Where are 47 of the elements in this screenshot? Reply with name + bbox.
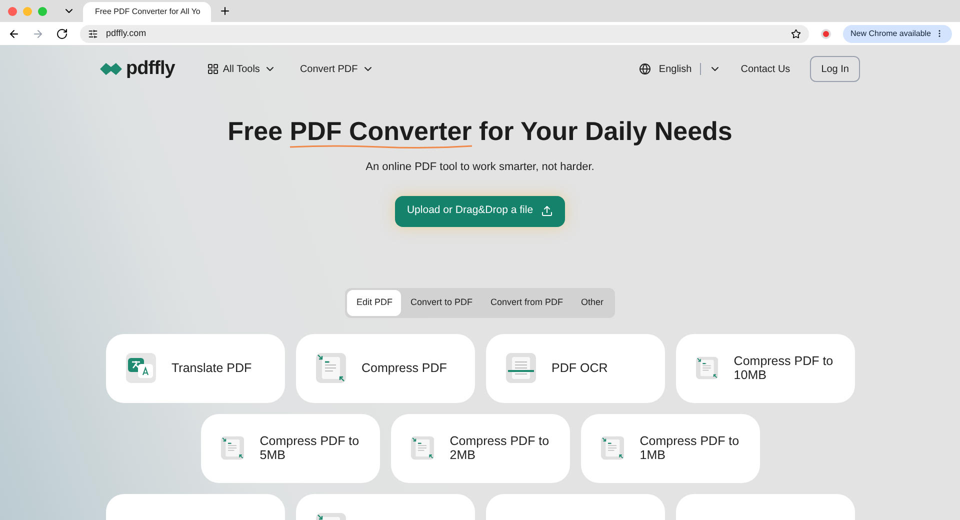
bookmark-icon[interactable] (790, 28, 801, 38)
globe-icon (638, 63, 651, 75)
update-button[interactable]: New Chrome available (842, 24, 952, 42)
tool-name: Compress PDF to 10MB (734, 354, 834, 382)
logo-mark-icon (100, 62, 122, 76)
browser-tab[interactable]: Free PDF Converter for All Yo (83, 2, 211, 22)
logo[interactable]: pdffly (100, 54, 175, 84)
tool-card[interactable]: Compress PDF (296, 334, 474, 402)
maximize-window-icon[interactable] (38, 6, 47, 16)
back-icon[interactable] (8, 28, 20, 40)
tool-card[interactable]: PDF OCR (486, 334, 664, 402)
category-tab[interactable]: Edit PDF (347, 290, 402, 316)
scan-document-icon (506, 353, 536, 383)
tool-name: Translate PDF (172, 361, 252, 375)
forward-icon[interactable] (32, 28, 44, 40)
tool-name: Compress PDF to 5MB (260, 434, 360, 462)
extension-icon[interactable] (820, 28, 831, 38)
new-tab-icon[interactable] (219, 5, 231, 17)
tool-card[interactable]: Compress PDF to 2MB (390, 414, 570, 482)
language-selector[interactable]: English (638, 62, 721, 76)
wavy-underline-icon (290, 144, 472, 149)
upload-button[interactable]: Upload or Drag&Drop a file (394, 196, 566, 226)
login-button[interactable]: Log In (810, 56, 860, 82)
tool-name: Compress PDF to 2MB (450, 434, 550, 462)
category-tab[interactable]: Other (572, 290, 613, 316)
category-tab[interactable]: Convert from PDF (482, 290, 572, 316)
tool-card[interactable]: Compress PDF to 1MB (580, 414, 760, 482)
compress-document-icon (316, 353, 346, 383)
hero-subtitle: An online PDF tool to work smarter, not harder. (366, 160, 594, 175)
hero-title: Free PDF Converter for Your Daily Needs (228, 112, 732, 151)
translate-icon (126, 353, 156, 383)
site-settings-icon[interactable] (88, 28, 98, 38)
reload-icon[interactable] (56, 28, 68, 40)
tool-name: Compress PDF (362, 361, 447, 375)
grid-icon (206, 63, 219, 75)
tool-card[interactable]: Compress PDF to 5MB (200, 414, 380, 482)
tool-card[interactable]: Compress PDF to 10MB (676, 334, 854, 402)
tool-card[interactable]: Translate PDF (106, 334, 284, 402)
contact-link[interactable]: Contact Us (740, 62, 790, 76)
tool-name: PDF OCR (552, 361, 608, 375)
tool-name: Compress PDF to 1MB (640, 434, 740, 462)
nav-menu[interactable]: Convert PDF (300, 62, 374, 76)
nav-menu[interactable]: All Tools (206, 62, 276, 76)
category-tab[interactable]: Convert to PDF (401, 290, 482, 316)
upload-icon (541, 205, 554, 217)
address-bar[interactable]: pdffly.com (80, 24, 809, 42)
close-window-icon[interactable] (8, 6, 17, 16)
